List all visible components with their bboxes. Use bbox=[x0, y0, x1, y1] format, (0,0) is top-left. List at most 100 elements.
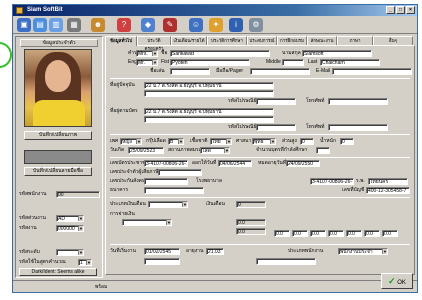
people-icon[interactable]: ☺ bbox=[189, 18, 203, 32]
tab-education[interactable]: ประวัติการศึกษา bbox=[207, 36, 247, 45]
chevron-down-icon[interactable]: ▼ bbox=[78, 250, 83, 255]
age-field[interactable]: 21.03 bbox=[206, 248, 224, 255]
eng-title-select[interactable]: Mr. ▼ bbox=[136, 59, 158, 66]
status-select[interactable]: โสด ▼ bbox=[200, 147, 230, 154]
close-button[interactable]: × bbox=[406, 6, 415, 14]
chevron-down-icon[interactable]: ▼ bbox=[86, 260, 91, 265]
help-icon[interactable]: ? bbox=[117, 18, 131, 32]
address-card-field[interactable]: 22 ม.7 ต.รังสิต อ.ธัญบุรี จ.ปทุมธานี bbox=[144, 108, 274, 115]
salary-field[interactable]: 0 bbox=[236, 201, 266, 208]
change-signature-button[interactable]: บันทึก/เปลี่ยนลายมือชื่อ bbox=[24, 167, 92, 176]
sex-select[interactable]: หญิง ▼ bbox=[120, 138, 142, 145]
chevron-down-icon[interactable]: ▼ bbox=[152, 51, 157, 56]
bank-name-field[interactable] bbox=[144, 187, 204, 194]
employee-id-field[interactable]: 00 bbox=[56, 191, 100, 198]
idcard-field[interactable]: 3-4107-00806-26-7 bbox=[144, 160, 188, 167]
dept-select[interactable]: AD ▼ bbox=[56, 215, 84, 222]
sso-hospital-field[interactable]: ไทยนคร bbox=[368, 178, 408, 185]
religion-select[interactable]: พุทธ ▼ bbox=[252, 138, 276, 145]
sso-field[interactable] bbox=[144, 178, 188, 185]
payment-select[interactable]: ▼ bbox=[122, 219, 172, 226]
position-select[interactable]: 000000 ▼ bbox=[56, 225, 84, 232]
lock-icon[interactable]: ◆ bbox=[141, 18, 155, 32]
title-select[interactable]: Mrs. ▼ bbox=[136, 50, 158, 57]
open-icon[interactable]: ▣ bbox=[17, 18, 31, 32]
info-icon[interactable]: i bbox=[229, 18, 243, 32]
grade-select[interactable]: ▼ bbox=[56, 249, 84, 256]
race-select[interactable]: ไทย ▼ bbox=[210, 138, 232, 145]
grid-icon[interactable]: ▦ bbox=[67, 18, 81, 32]
chevron-down-icon[interactable]: ▼ bbox=[166, 220, 171, 225]
allow-6[interactable]: 0.0 bbox=[364, 230, 380, 237]
chevron-down-icon[interactable]: ▼ bbox=[382, 249, 387, 254]
nickname-field[interactable] bbox=[170, 68, 210, 75]
tel2-field[interactable] bbox=[328, 124, 388, 131]
chevron-down-icon[interactable]: ▼ bbox=[78, 226, 83, 231]
user-icon[interactable]: ☻ bbox=[91, 18, 105, 32]
birth-field[interactable]: 25/09/2523 bbox=[128, 147, 164, 154]
tab-salary[interactable]: เงินเดือน/รายได้ bbox=[171, 36, 207, 45]
issue-field[interactable]: 04/06/2544 bbox=[218, 160, 252, 167]
tab-language[interactable]: ภาษา bbox=[337, 36, 373, 45]
chevron-down-icon[interactable]: ▼ bbox=[182, 202, 187, 207]
bank-field[interactable]: 400-12-305458-7 bbox=[366, 187, 410, 194]
shift-select[interactable]: 1 ▼ bbox=[78, 259, 92, 266]
weight-field[interactable]: 0 bbox=[340, 138, 354, 145]
start-field[interactable]: 01/02/2545 bbox=[144, 248, 180, 255]
maximize-button[interactable]: □ bbox=[396, 6, 405, 14]
tools-icon[interactable]: ✎ bbox=[163, 18, 177, 32]
expire-field[interactable]: 24/09/2550 bbox=[286, 160, 320, 167]
chevron-down-icon[interactable]: ▼ bbox=[178, 139, 183, 144]
chevron-down-icon[interactable]: ▼ bbox=[136, 139, 141, 144]
chevron-down-icon[interactable]: ▼ bbox=[78, 216, 83, 221]
zip-field[interactable] bbox=[256, 98, 296, 105]
identity-button[interactable]: Dark/Ident: Seems alike bbox=[19, 268, 97, 276]
rate2-field[interactable]: 0.0 bbox=[236, 228, 266, 235]
tab-other[interactable]: อื่นๆ bbox=[373, 36, 413, 45]
allow-4[interactable]: 0.0 bbox=[328, 230, 344, 237]
middle-field[interactable] bbox=[282, 59, 304, 66]
chevron-down-icon[interactable]: ▼ bbox=[226, 139, 231, 144]
print-icon[interactable]: ▥ bbox=[49, 18, 63, 32]
allow-5[interactable]: 0.0 bbox=[346, 230, 362, 237]
allow-2[interactable]: 0.0 bbox=[292, 230, 308, 237]
eng-name-field[interactable]: Pyoteh bbox=[170, 59, 250, 66]
chevron-down-icon[interactable]: ▼ bbox=[152, 60, 157, 65]
chevron-down-icon[interactable]: ▼ bbox=[224, 148, 229, 153]
blood-select[interactable]: B ▼ bbox=[168, 138, 184, 145]
tab-experience[interactable]: ประสบการณ์ bbox=[247, 36, 277, 45]
tel-field[interactable] bbox=[328, 98, 388, 105]
type-select[interactable]: พนักงานประจำ ▼ bbox=[338, 248, 388, 255]
address-current-field[interactable]: 22 ม.7 ต.รังสิต อ.ธัญบุรี จ.ปทุมธานี bbox=[144, 82, 274, 89]
tab-family[interactable]: ประวัติครอบครัว bbox=[137, 36, 171, 51]
name-field[interactable]: Sarikawat bbox=[170, 50, 270, 57]
remark-field[interactable] bbox=[256, 258, 316, 265]
zip2-field[interactable] bbox=[256, 124, 296, 131]
last-field[interactable]: Chaicharn bbox=[320, 59, 380, 66]
sso-number-field[interactable]: 3-4107-00806-26-7 bbox=[310, 178, 354, 185]
save-icon[interactable]: ▤ bbox=[33, 18, 47, 32]
settings-icon[interactable]: ✦ bbox=[209, 18, 223, 32]
children-field[interactable] bbox=[316, 147, 330, 154]
change-photo-button[interactable]: บันทึก/เปลี่ยนภาพ bbox=[24, 131, 92, 140]
allow-7[interactable]: 0.0 bbox=[382, 230, 398, 237]
allow-1[interactable]: 0.0 bbox=[274, 230, 290, 237]
email-field[interactable] bbox=[332, 68, 412, 75]
tab-training[interactable]: การฝึกอบรม bbox=[277, 36, 307, 45]
end-field[interactable] bbox=[144, 258, 180, 265]
pager-field[interactable] bbox=[250, 68, 310, 75]
salary-type-select[interactable]: ▼ bbox=[148, 201, 188, 208]
exit-icon[interactable]: ⚙ bbox=[249, 18, 263, 32]
lastname-field[interactable]: Siamsoft bbox=[302, 50, 372, 57]
tax-field[interactable] bbox=[158, 169, 202, 176]
address-card-field-2[interactable] bbox=[144, 116, 274, 123]
ok-button[interactable]: ✓ OK bbox=[381, 273, 413, 289]
tab-job[interactable]: ลักษณะงาน bbox=[307, 36, 337, 45]
tab-general[interactable]: ข้อมูลทั่วไป bbox=[105, 36, 137, 46]
allow-3[interactable]: 0.0 bbox=[310, 230, 326, 237]
height-field[interactable]: 0 bbox=[300, 138, 314, 145]
chevron-down-icon[interactable]: ▼ bbox=[270, 139, 275, 144]
address-current-field-2[interactable] bbox=[144, 90, 274, 97]
minimize-button[interactable]: _ bbox=[386, 6, 395, 14]
rate1-field[interactable]: 0.0 bbox=[236, 219, 266, 226]
